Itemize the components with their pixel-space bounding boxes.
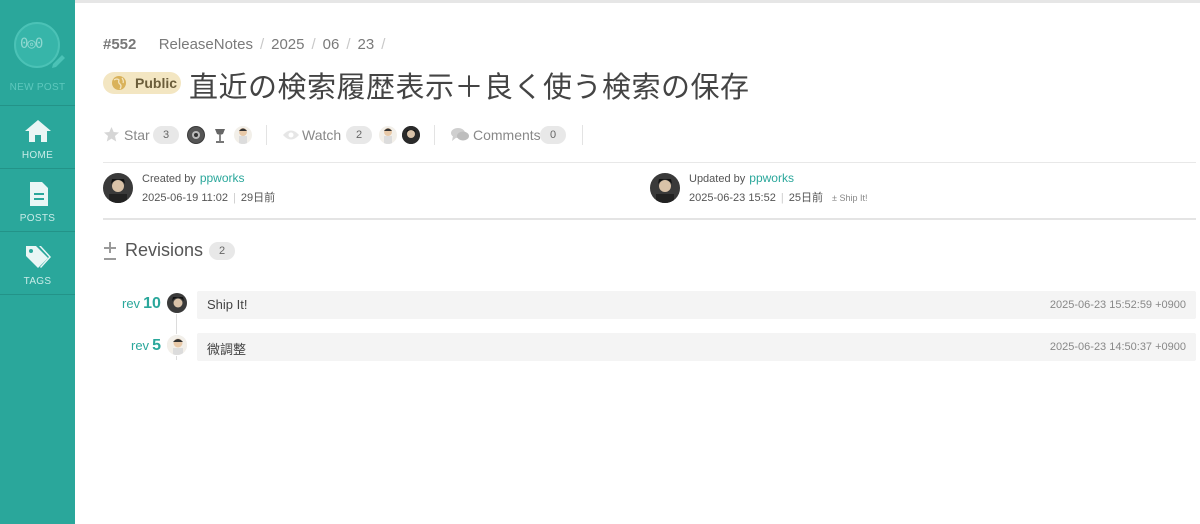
revision-timestamp: 2025-06-23 14:50:37 +0900 [1049,341,1186,353]
divider [103,218,1196,220]
sidebar-item-label: POSTS [19,213,56,224]
globe-icon [112,76,126,90]
document-icon [30,182,48,206]
revision-message: Ship It! [207,297,248,312]
watch-label: Watch [302,127,342,143]
star-icon [104,127,119,142]
created-by-line: Created by ppworks [142,171,245,185]
updated-date-line: 2025-06-23 15:52 | 25日前 ± Ship It! [689,192,868,204]
revision-message-box[interactable]: Ship It! 2025-06-23 15:52:59 +0900 [197,291,1196,319]
rev-prefix: rev [131,338,150,353]
top-border [75,0,1200,3]
comments-count: 0 [540,126,566,144]
eye-icon [283,130,299,140]
watcher-avatar[interactable] [402,126,420,144]
divider [582,125,583,145]
revision-row[interactable]: rev 5 微調整 2025-06-23 14:50:37 +0900 [103,333,1196,361]
visibility-badge: Public [103,72,181,94]
revision-number[interactable]: rev 5 [131,337,161,355]
breadcrumb-month[interactable]: 06 [323,36,340,53]
sidebar-item-posts[interactable]: POSTS [0,170,75,232]
updated-by-line: Updated by ppworks [689,171,794,185]
updated-by-prefix: Updated by [689,173,746,185]
sidebar-item-label: TAGS [23,276,52,287]
updated-datetime: 2025-06-23 15:52 [689,192,776,204]
sidebar-item-tags[interactable]: TAGS [0,233,75,295]
created-meta: Created by ppworks 2025-06-19 11:02 | 29日前 [103,171,503,205]
revisions-title: Revisions [125,240,204,260]
comments-icon [451,128,469,141]
revision-author-avatar[interactable] [166,334,188,356]
pencil-icon [52,55,65,68]
sidebar-item-label: HOME [21,150,54,161]
watcher-avatar[interactable] [379,126,397,144]
sidebar-item-home[interactable]: HOME [0,107,75,169]
creator-avatar[interactable] [103,173,133,203]
breadcrumb-category[interactable]: ReleaseNotes [159,36,253,53]
post-number[interactable]: #552 [103,36,136,53]
updated-meta: Updated by ppworks 2025-06-23 15:52 | 25日前 … [650,171,1050,205]
created-by-prefix: Created by [142,173,196,185]
updater-link[interactable]: ppworks [749,171,794,185]
update-message[interactable]: ± Ship It! [832,193,867,203]
plusminus-icon [104,242,116,260]
new-post-button[interactable]: 0◎0 NEW POST [0,0,75,106]
new-post-label: NEW POST [9,82,66,93]
rev-number: 5 [152,337,161,354]
rev-prefix: rev [122,296,141,311]
rev-number: 10 [143,295,161,312]
divider [103,162,1196,163]
page-title: 直近の検索履歴表示＋良く使う検索の保存 [189,70,750,104]
revision-number[interactable]: rev 10 [122,295,161,313]
watch-count: 2 [346,126,372,144]
star-count: 3 [153,126,179,144]
comments-button[interactable]: Comments 0 [450,123,580,147]
creator-link[interactable]: ppworks [200,171,245,185]
divider [434,125,435,145]
revisions-count: 2 [209,242,235,260]
visibility-label: Public [135,75,178,91]
divider [266,125,267,145]
stargazer-avatar[interactable] [211,126,229,144]
plusminus-icon: ± [832,193,837,203]
breadcrumb-year[interactable]: 2025 [271,36,304,53]
created-datetime: 2025-06-19 11:02 [142,192,229,204]
revision-message-box[interactable]: 微調整 2025-06-23 14:50:37 +0900 [197,333,1196,361]
post-actions: Star 3 Watch 2 Comments 0 [103,123,603,147]
star-button[interactable]: Star 3 [103,123,263,147]
revision-message: 微調整 [207,342,247,357]
sidebar: 0◎0 NEW POST HOME POSTS TAGS [0,0,75,524]
home-icon [25,120,51,142]
revision-row[interactable]: rev 10 Ship It! 2025-06-23 15:52:59 +0900 [103,291,1196,319]
stargazer-avatar[interactable] [234,126,252,144]
updated-relative: 25日前 [788,192,823,204]
revision-author-avatar[interactable] [166,292,188,314]
star-label: Star [124,127,150,143]
revision-timestamp: 2025-06-23 15:52:59 +0900 [1049,299,1186,311]
comments-label: Comments [473,127,541,143]
created-relative: 29日前 [240,192,276,204]
breadcrumb: #552 ReleaseNotes/2025/06/23/ [103,36,386,53]
created-date-line: 2025-06-19 11:02 | 29日前 [142,192,276,204]
watch-button[interactable]: Watch 2 [282,123,427,147]
stargazer-avatar[interactable] [187,126,205,144]
updater-avatar[interactable] [650,173,680,203]
breadcrumb-day[interactable]: 23 [358,36,375,53]
update-message-text: Ship It! [839,193,868,203]
tags-icon [26,246,51,268]
